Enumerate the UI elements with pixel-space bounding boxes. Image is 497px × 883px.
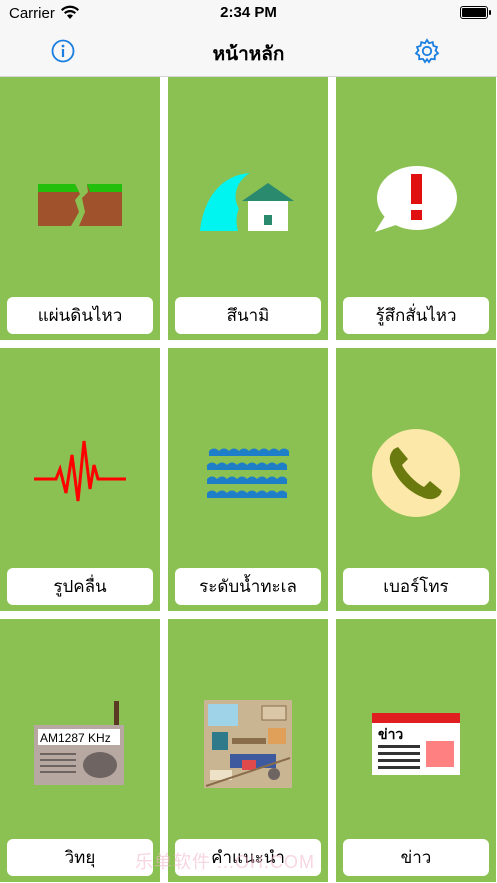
tile-phone[interactable]: เบอร์โทร	[336, 348, 496, 611]
tile-label: รู้สึกสั่นไหว	[343, 297, 489, 334]
alert-bubble-icon	[336, 147, 496, 257]
phone-icon	[336, 418, 496, 528]
radio-icon: AM1287 KHz	[0, 689, 160, 799]
gear-icon[interactable]	[413, 37, 441, 65]
tile-waveform[interactable]: รูปคลื่น	[0, 348, 160, 611]
tile-label: เบอร์โทร	[343, 568, 489, 605]
tsunami-icon	[168, 147, 328, 257]
clock: 2:34 PM	[220, 4, 277, 21]
battery-icon	[460, 6, 491, 19]
tile-label: แผ่นดินไหว	[7, 297, 153, 334]
tile-label: รูปคลื่น	[7, 568, 153, 605]
navigation-bar: หน้าหลัก	[0, 26, 497, 77]
sea-level-icon	[168, 418, 328, 528]
tile-earthquake[interactable]: แผ่นดินไหว	[0, 77, 160, 340]
tile-label: ข่าว	[343, 839, 489, 876]
earthquake-icon	[0, 147, 160, 257]
tile-tsunami[interactable]: สึนามิ	[168, 77, 328, 340]
tile-label: สึนามิ	[175, 297, 321, 334]
tile-label: วิทยุ	[7, 839, 153, 876]
tile-label: ระดับน้ำทะเล	[175, 568, 321, 605]
status-bar: Carrier 2:34 PM	[0, 0, 497, 26]
tile-news[interactable]: ข่าว ข่าว	[336, 619, 496, 882]
tile-radio[interactable]: AM1287 KHz วิทยุ	[0, 619, 160, 882]
tile-sea-level[interactable]: ระดับน้ำทะเล	[168, 348, 328, 611]
news-badge-text: ข่าว	[378, 726, 403, 742]
tile-advice[interactable]: คำแนะนำ	[168, 619, 328, 882]
waveform-icon	[0, 418, 160, 528]
advice-room-icon	[168, 689, 328, 799]
menu-grid: แผ่นดินไหว สึนามิ รู้สึกสั่นไหว รูปคลื่น…	[0, 77, 497, 883]
watermark: 乐单软件 ...OH.COM	[135, 852, 315, 872]
news-icon: ข่าว	[336, 689, 496, 799]
radio-display-text: AM1287 KHz	[40, 731, 111, 745]
tile-felt-report[interactable]: รู้สึกสั่นไหว	[336, 77, 496, 340]
